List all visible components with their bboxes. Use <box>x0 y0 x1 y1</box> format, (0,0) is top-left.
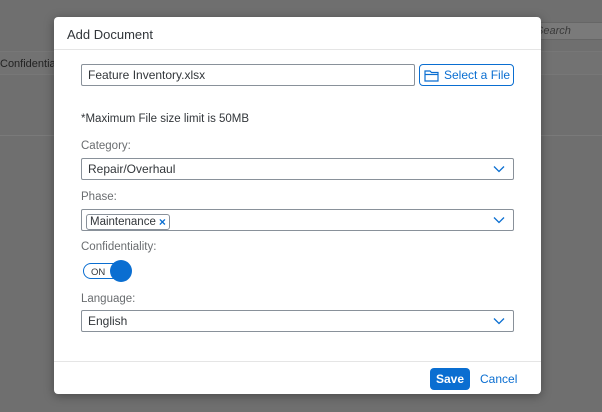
cancel-button[interactable]: Cancel <box>480 368 517 390</box>
phase-label: Phase: <box>81 191 117 203</box>
phase-token: Maintenance × <box>86 214 170 230</box>
language-label: Language: <box>81 293 136 305</box>
file-size-hint: *Maximum File size limit is 50MB <box>81 113 250 125</box>
category-value: Repair/Overhaul <box>88 162 176 176</box>
phase-token-label: Maintenance <box>90 216 156 228</box>
chevron-down-icon[interactable] <box>493 216 505 224</box>
dialog-footer: Save Cancel <box>54 361 541 394</box>
language-value: English <box>88 314 128 328</box>
category-label: Category: <box>81 140 131 152</box>
save-button[interactable]: Save <box>430 368 470 390</box>
phase-multiselect[interactable]: Maintenance × <box>81 209 514 231</box>
folder-icon <box>424 70 439 82</box>
add-document-dialog: Add Document Feature Inventory.xlsx Sele… <box>54 17 541 394</box>
dialog-title: Add Document <box>54 17 541 50</box>
chevron-down-icon[interactable] <box>493 317 505 325</box>
switch-knob <box>110 260 132 282</box>
select-file-button[interactable]: Select a File <box>419 64 514 86</box>
switch-state: ON <box>91 267 106 278</box>
confidentiality-label: Confidentiality: <box>81 241 157 253</box>
background-search-field: Search <box>531 22 602 40</box>
chevron-down-icon[interactable] <box>493 165 505 173</box>
file-upload-row: Feature Inventory.xlsx Select a File <box>81 64 514 86</box>
category-select[interactable]: Repair/Overhaul <box>81 158 514 180</box>
remove-token-icon[interactable]: × <box>159 216 166 228</box>
confidentiality-switch[interactable]: ON <box>83 260 132 282</box>
select-file-label: Select a File <box>444 68 511 82</box>
file-name-field[interactable]: Feature Inventory.xlsx <box>81 64 415 86</box>
language-select[interactable]: English <box>81 310 514 332</box>
